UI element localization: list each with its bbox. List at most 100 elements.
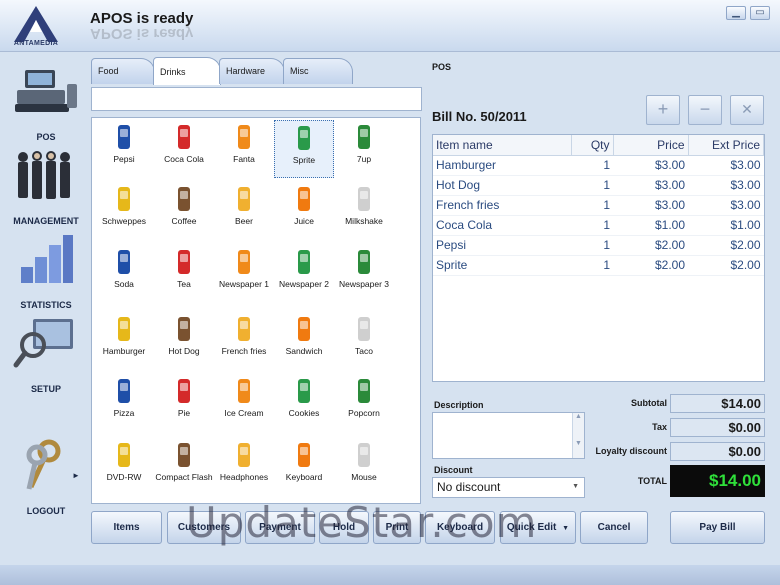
bill-row[interactable]: Sprite 1 $2.00 $2.00 [433, 255, 764, 276]
product-tile[interactable]: Ice Cream [214, 374, 274, 432]
bill-ext-price: $3.00 [688, 155, 764, 176]
bill-item-name: Sprite [433, 255, 571, 276]
items-button[interactable]: Items [91, 511, 162, 544]
product-label: 7up [356, 154, 372, 164]
product-image-icon [169, 377, 199, 405]
product-tile[interactable]: Hamburger [94, 312, 154, 370]
nav-label: STATISTICS [20, 300, 72, 310]
product-tile[interactable]: Schweppes [94, 182, 154, 240]
product-search-input[interactable] [91, 87, 422, 111]
product-tile[interactable]: Cookies [274, 374, 334, 432]
bill-price: $1.00 [613, 215, 688, 236]
nav-statistics[interactable]: STATISTICS [4, 230, 88, 310]
product-image-icon [289, 315, 319, 343]
bill-row[interactable]: French fries 1 $3.00 $3.00 [433, 195, 764, 216]
product-tile[interactable]: Coffee [154, 182, 214, 240]
product-tile[interactable]: Headphones [214, 438, 274, 496]
product-image-icon [229, 315, 259, 343]
bill-price: $3.00 [613, 155, 688, 176]
product-tile[interactable]: Popcorn [334, 374, 394, 432]
bill-qty: 1 [571, 175, 613, 196]
product-tile[interactable]: Pepsi [94, 120, 154, 178]
tab-drinks[interactable]: Drinks [153, 57, 221, 85]
total-value: $14.00 [670, 465, 765, 497]
product-tile[interactable]: Compact Flash [154, 438, 214, 496]
clear-bill-button[interactable]: ✕ [730, 95, 764, 125]
product-tile[interactable]: Sprite [274, 120, 334, 178]
pay-bill-button[interactable]: Pay Bill [670, 511, 765, 544]
product-tile[interactable]: Coca Cola [154, 120, 214, 178]
scroll-up-icon[interactable]: ▲ [573, 413, 584, 420]
bill-number: Bill No. 50/2011 [432, 109, 527, 124]
nav-management[interactable]: MANAGEMENT [4, 146, 88, 226]
bill-row[interactable]: Coca Cola 1 $1.00 $1.00 [433, 215, 764, 236]
product-tile[interactable]: Newspaper 2 [274, 245, 334, 303]
product-tile[interactable]: French fries [214, 312, 274, 370]
bill-row[interactable]: Hot Dog 1 $3.00 $3.00 [433, 175, 764, 196]
product-tile[interactable]: Sandwich [274, 312, 334, 370]
product-tile[interactable]: DVD-RW [94, 438, 154, 496]
tab-hardware[interactable]: Hardware [219, 58, 285, 84]
bill-item-name: Hot Dog [433, 175, 571, 196]
product-image-icon [109, 377, 139, 405]
subtotal-label: Subtotal [631, 398, 667, 408]
close-window-button[interactable]: ▭ [750, 6, 770, 20]
product-label: Pepsi [113, 154, 135, 164]
product-image-icon [289, 124, 319, 152]
col-price[interactable]: Price [613, 135, 689, 156]
bill-row[interactable]: Hamburger 1 $3.00 $3.00 [433, 155, 764, 176]
subtotal-value: $14.00 [670, 394, 765, 413]
bill-price: $2.00 [613, 255, 688, 276]
register-icon [4, 62, 88, 120]
bill-row[interactable]: Pepsi 1 $2.00 $2.00 [433, 235, 764, 256]
product-label: Tea [177, 279, 191, 289]
expand-arrow-icon[interactable]: ► [72, 471, 80, 480]
plus-icon: + [657, 99, 669, 119]
product-tile[interactable]: Newspaper 1 [214, 245, 274, 303]
tab-misc[interactable]: Misc [283, 58, 353, 84]
product-image-icon [109, 441, 139, 469]
product-tile[interactable]: Hot Dog [154, 312, 214, 370]
add-item-button[interactable]: + [646, 95, 680, 125]
product-tile[interactable]: Juice [274, 182, 334, 240]
product-tile[interactable]: Fanta [214, 120, 274, 178]
nav-label: LOGOUT [26, 506, 66, 516]
total-label: TOTAL [637, 476, 667, 486]
product-tile[interactable]: Newspaper 3 [334, 245, 394, 303]
product-tile[interactable]: Soda [94, 245, 154, 303]
col-ext-price[interactable]: Ext Price [688, 135, 764, 156]
product-image-icon [289, 185, 319, 213]
remove-item-button[interactable]: − [688, 95, 722, 125]
product-tile[interactable]: Pie [154, 374, 214, 432]
product-tile[interactable]: Keyboard [274, 438, 334, 496]
product-image-icon [169, 315, 199, 343]
product-tile[interactable]: Mouse [334, 438, 394, 496]
product-label: Cookies [288, 408, 320, 418]
nav-setup[interactable]: SETUP [4, 314, 88, 394]
product-tile[interactable]: Milkshake [334, 182, 394, 240]
description-label: Description [434, 400, 484, 410]
bill-table[interactable]: Item name Qty Price Ext Price Hamburger 1… [432, 134, 765, 382]
tab-food[interactable]: Food [91, 58, 155, 84]
description-input[interactable]: ▲ ▼ [432, 412, 585, 459]
product-image-icon [109, 123, 139, 151]
product-label: Sandwich [285, 346, 323, 356]
bill-qty: 1 [571, 235, 613, 256]
product-tile[interactable]: Beer [214, 182, 274, 240]
product-label: Hot Dog [168, 346, 200, 356]
product-tile[interactable]: Taco [334, 312, 394, 370]
product-tile[interactable]: Pizza [94, 374, 154, 432]
bill-item-name: Pepsi [433, 235, 571, 256]
discount-value: No discount [437, 480, 501, 494]
chevron-down-icon: ▼ [562, 525, 570, 532]
bill-ext-price: $2.00 [688, 255, 764, 276]
minimize-button[interactable]: ▁ [726, 6, 746, 20]
col-qty[interactable]: Qty [571, 135, 614, 156]
product-tile[interactable]: 7up [334, 120, 394, 178]
discount-select[interactable]: No discount ▼ [432, 477, 585, 498]
nav-pos[interactable]: POS [4, 62, 88, 142]
col-item-name[interactable]: Item name [433, 135, 572, 156]
cancel-button[interactable]: Cancel [580, 511, 648, 544]
product-tile[interactable]: Tea [154, 245, 214, 303]
product-image-icon [349, 185, 379, 213]
